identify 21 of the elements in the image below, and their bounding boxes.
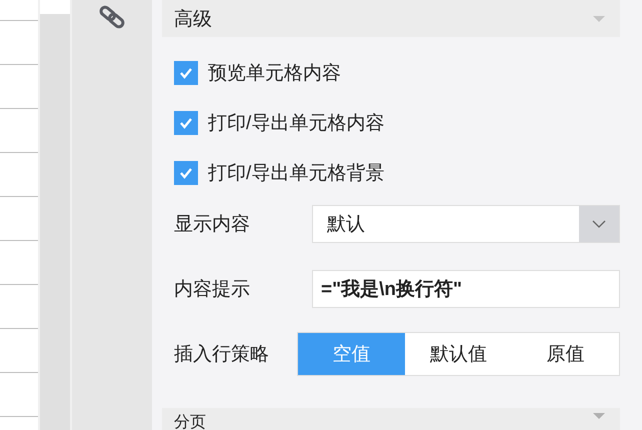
checkbox[interactable] [174,111,198,135]
section-header[interactable]: 高级 [162,0,620,37]
check-icon [179,167,193,179]
chevron-down-icon [592,220,606,228]
check-icon [179,67,193,79]
input-field[interactable]: ="我是\n换行符" [312,270,620,308]
checkbox-label: 预览单元格内容 [208,62,341,86]
section-header[interactable]: 分页 [162,408,620,430]
check-icon [179,117,193,129]
section-title: 高级 [174,8,212,32]
checkbox[interactable] [174,61,198,85]
section-title: 分页 [174,413,206,430]
display-content-dropdown[interactable]: 默认 [312,205,620,243]
collapse-arrow-icon[interactable] [592,412,606,420]
field-label: 插入行策略 [174,343,269,367]
checkbox[interactable] [174,161,198,185]
scrollbar-track[interactable] [40,0,70,430]
checkbox-label: 打印/导出单元格背景 [208,162,384,186]
field-label: 内容提示 [174,278,251,302]
field-label: 显示内容 [174,213,251,237]
checkbox-label: 打印/导出单元格内容 [208,112,384,136]
